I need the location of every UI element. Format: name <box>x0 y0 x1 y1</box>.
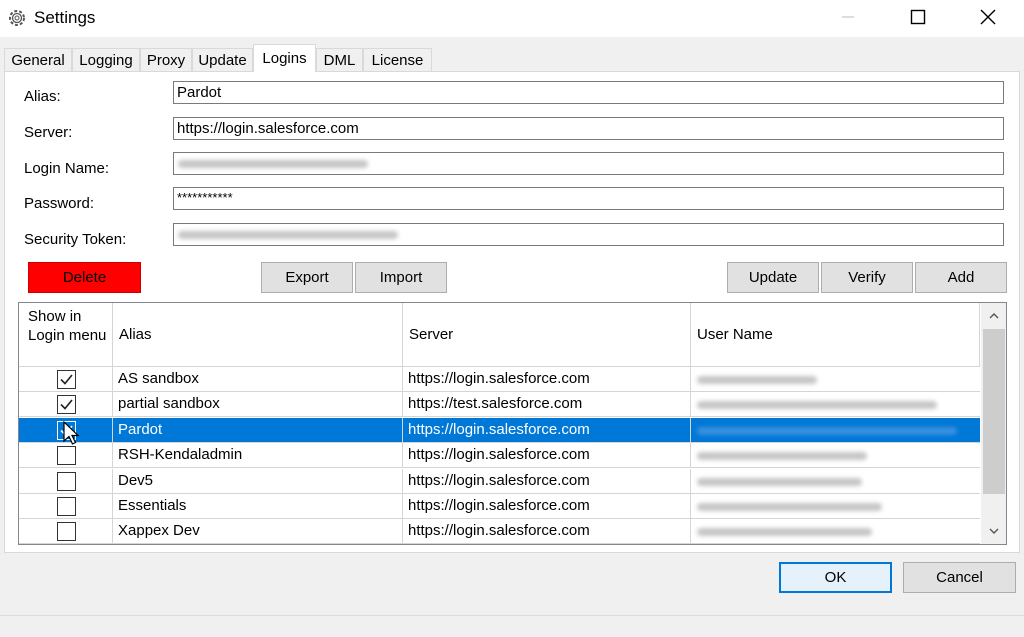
show-in-menu-checkbox[interactable] <box>57 395 76 415</box>
login-name-label: Login Name: <box>24 160 110 177</box>
window-title: Settings <box>34 8 96 27</box>
security-token-input[interactable] <box>173 223 1004 246</box>
minimize-button[interactable] <box>818 0 878 34</box>
server-cell: https://login.salesforce.com <box>403 519 691 544</box>
alias-input[interactable] <box>173 81 1004 104</box>
column-header-alias[interactable]: Alias <box>113 303 403 367</box>
scroll-up-button[interactable] <box>981 303 1006 328</box>
user-name-cell <box>691 392 980 417</box>
status-bar <box>0 615 1024 637</box>
ok-button[interactable]: OK <box>779 562 892 593</box>
alias-cell: partial sandbox <box>113 392 403 418</box>
redacted-user-name <box>697 503 882 511</box>
redacted-user-name <box>697 528 872 537</box>
tab-general[interactable]: General <box>4 48 72 71</box>
table-row[interactable]: Dev5 https://login.salesforce.com <box>19 468 980 494</box>
tab-proxy[interactable]: Proxy <box>140 48 192 71</box>
show-in-menu-checkbox[interactable] <box>57 522 76 542</box>
tab-update[interactable]: Update <box>192 48 253 71</box>
server-cell: https://login.salesforce.com <box>403 367 691 392</box>
close-button[interactable] <box>958 0 1018 34</box>
logins-grid[interactable]: Show in Login menu Alias Server User Nam… <box>18 302 1007 545</box>
user-name-cell <box>691 443 980 468</box>
column-header-server[interactable]: Server <box>403 303 691 367</box>
show-in-menu-checkbox[interactable] <box>57 370 76 389</box>
table-row[interactable]: partial sandbox https://test.salesforce.c… <box>19 392 980 418</box>
maximize-button[interactable] <box>888 0 948 34</box>
vertical-scrollbar[interactable] <box>981 303 1006 544</box>
gear-icon <box>9 10 25 26</box>
tab-logins[interactable]: Logins <box>253 44 316 72</box>
show-in-menu-checkbox[interactable] <box>57 471 76 491</box>
verify-button[interactable]: Verify <box>821 262 913 293</box>
redacted-login <box>178 160 368 168</box>
user-name-cell <box>691 519 980 544</box>
alias-label: Alias: <box>24 88 61 105</box>
column-header-user-name[interactable]: User Name <box>691 303 980 367</box>
table-row[interactable]: RSH-Kendaladmin https://login.salesforce.… <box>19 443 980 469</box>
alias-cell: RSH-Kendaladmin <box>113 443 403 469</box>
table-row[interactable]: Xappex Dev https://login.salesforce.com <box>19 519 980 544</box>
redacted-token <box>178 231 398 239</box>
table-row[interactable]: AS sandbox https://login.salesforce.com <box>19 367 980 392</box>
show-in-menu-cell <box>19 519 113 544</box>
table-row[interactable]: Essentials https://login.salesforce.com <box>19 494 980 519</box>
alias-cell: Dev5 <box>113 468 403 494</box>
scroll-thumb[interactable] <box>983 329 1005 494</box>
security-token-label: Security Token: <box>24 231 127 248</box>
import-button[interactable]: Import <box>355 262 447 293</box>
login-name-input[interactable] <box>173 152 1004 175</box>
column-header-show-in-login-menu[interactable]: Show in Login menu <box>19 303 113 367</box>
redacted-user-name <box>697 452 867 461</box>
user-name-cell <box>691 418 980 443</box>
alias-cell: AS sandbox <box>113 367 403 392</box>
cancel-button[interactable]: Cancel <box>903 562 1016 593</box>
show-in-menu-cell <box>19 367 113 392</box>
chevron-up-icon <box>989 313 999 319</box>
checkmark-icon <box>60 374 73 385</box>
minimize-icon <box>842 16 854 18</box>
show-in-menu-cell <box>19 468 113 494</box>
tab-dml[interactable]: DML <box>316 48 363 71</box>
maximize-icon <box>910 9 926 25</box>
password-input[interactable]: *********** <box>173 187 1004 210</box>
tab-license[interactable]: License <box>363 48 432 71</box>
show-in-menu-cell <box>19 494 113 519</box>
show-in-menu-checkbox[interactable] <box>57 446 76 466</box>
redacted-user-name <box>697 477 862 486</box>
mouse-cursor-icon <box>63 421 80 445</box>
alias-cell: Xappex Dev <box>113 519 403 544</box>
alias-cell: Pardot <box>113 417 403 443</box>
user-name-cell <box>691 367 980 392</box>
server-cell: https://login.salesforce.com <box>403 468 691 494</box>
show-in-menu-checkbox[interactable] <box>57 497 76 516</box>
title-bar: Settings <box>0 0 1024 37</box>
redacted-user-name <box>697 401 937 410</box>
tab-logging[interactable]: Logging <box>72 48 140 71</box>
alias-cell: Essentials <box>113 494 403 519</box>
export-button[interactable]: Export <box>261 262 353 293</box>
table-row[interactable]: Pardot https://login.salesforce.com <box>19 417 980 443</box>
server-cell: https://login.salesforce.com <box>403 494 691 519</box>
update-button[interactable]: Update <box>727 262 819 293</box>
show-in-menu-cell <box>19 392 113 418</box>
scroll-down-button[interactable] <box>981 519 1006 544</box>
user-name-cell <box>691 494 980 519</box>
checkmark-icon <box>60 399 73 411</box>
server-cell: https://test.salesforce.com <box>403 392 691 418</box>
server-label: Server: <box>24 124 73 141</box>
user-name-cell <box>691 469 980 494</box>
chevron-down-icon <box>989 528 999 534</box>
redacted-user-name <box>697 426 957 435</box>
password-label: Password: <box>24 195 95 212</box>
server-cell: https://login.salesforce.com <box>403 417 691 443</box>
add-button[interactable]: Add <box>915 262 1007 293</box>
close-icon <box>980 9 996 25</box>
redacted-user-name <box>697 376 817 384</box>
server-cell: https://login.salesforce.com <box>403 443 691 469</box>
server-input[interactable] <box>173 117 1004 140</box>
delete-button[interactable]: Delete <box>28 262 141 293</box>
